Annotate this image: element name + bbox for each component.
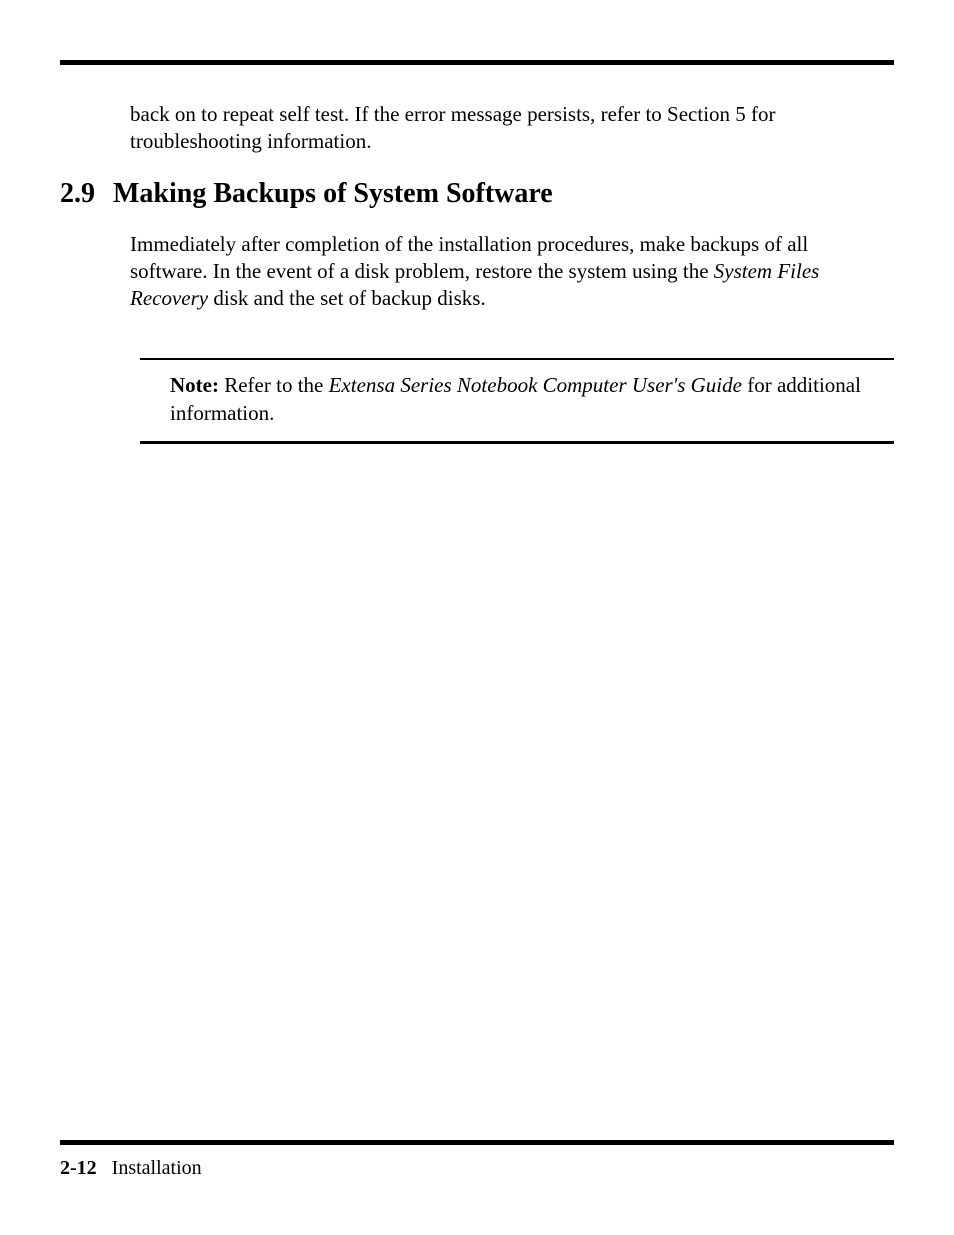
note-label: Note: (170, 373, 219, 397)
bottom-rule (60, 1140, 894, 1145)
section-body: Immediately after completion of the inst… (130, 231, 884, 313)
section-heading: 2.9 Making Backups of System Software (60, 178, 894, 210)
section-number: 2.9 (60, 178, 95, 210)
footer-page-number: 2-12 (60, 1157, 97, 1179)
continuation-paragraph: back on to repeat self test. If the erro… (130, 101, 884, 156)
section-body-part1: Immediately after completion of the inst… (130, 232, 808, 283)
footer-section-name: Installation (112, 1157, 202, 1179)
top-rule (60, 60, 894, 65)
note-italic: Extensa Series Notebook Computer User's … (329, 373, 742, 397)
section-title: Making Backups of System Software (113, 178, 553, 210)
note-box: Note: Refer to the Extensa Series Notebo… (140, 358, 894, 444)
note-part1: Refer to the (219, 373, 329, 397)
section-body-part2: disk and the set of backup disks. (208, 286, 486, 310)
page-footer: 2-12 Installation (60, 1140, 894, 1180)
